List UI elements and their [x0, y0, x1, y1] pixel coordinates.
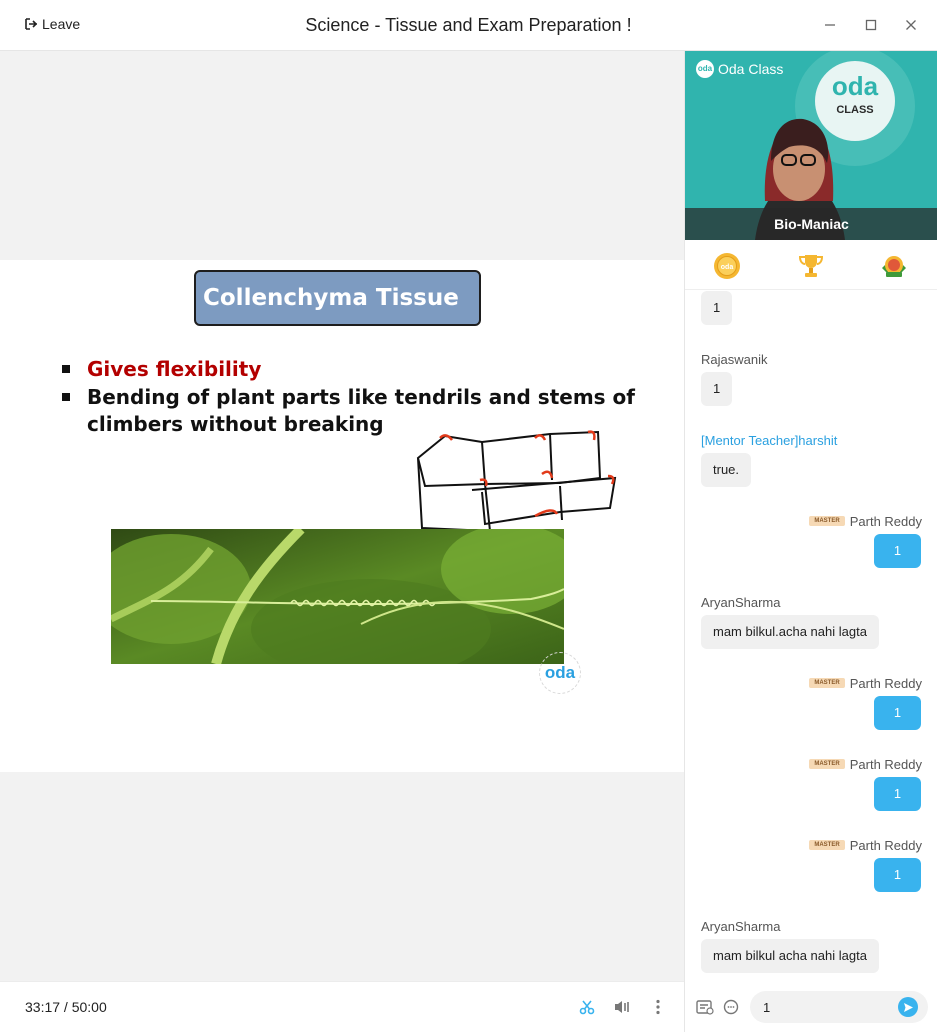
chat-messages: 1 Rajaswanik 1 [Mentor Teacher]harshit t…	[685, 291, 937, 981]
more-vertical-icon	[656, 999, 660, 1015]
bullet-marker	[62, 393, 70, 401]
minimize-button[interactable]	[822, 17, 838, 33]
maximize-button[interactable]	[863, 17, 879, 33]
chat-sender: Parth Reddy	[849, 676, 922, 691]
notes-icon	[696, 1000, 714, 1015]
oda-logo-text: Oda Class	[718, 61, 784, 77]
minimize-icon	[825, 24, 835, 26]
master-badge: MASTER	[809, 678, 845, 688]
chat-bubble-mine: 1	[874, 777, 921, 811]
maximize-icon	[865, 19, 877, 31]
send-button[interactable]	[898, 997, 918, 1017]
more-options-button[interactable]	[649, 998, 667, 1016]
chat-bubble-mine: 1	[874, 696, 921, 730]
chat-sender: Parth Reddy	[849, 514, 922, 529]
teacher-name: Bio-Maniac	[685, 208, 937, 240]
close-icon	[906, 20, 916, 30]
volume-button[interactable]	[613, 998, 631, 1016]
svg-text:oda: oda	[832, 71, 879, 101]
trophy-icon[interactable]	[797, 252, 825, 280]
send-icon	[903, 1002, 913, 1012]
master-badge: MASTER	[809, 759, 845, 769]
slide-title: Collenchyma Tissue	[194, 270, 481, 326]
chat-bubble-mine: 1	[874, 858, 921, 892]
chat-bubble: true.	[701, 453, 752, 487]
coin-icon[interactable]: oda	[713, 252, 741, 280]
emoji-button[interactable]	[722, 998, 740, 1016]
master-badge: MASTER	[809, 840, 845, 850]
presentation-stage: Collenchyma Tissue Gives flexibility Ben…	[0, 51, 684, 981]
chat-bubble: 1	[701, 372, 733, 406]
chat-sender: Parth Reddy	[849, 838, 922, 853]
teacher-annotation-sketch	[416, 430, 617, 533]
svg-text:oda: oda	[721, 264, 734, 271]
slide: Collenchyma Tissue Gives flexibility Ben…	[0, 260, 684, 772]
tendril-photo	[111, 529, 564, 664]
chat-bubble: mam bilkul.acha nahi lagta	[701, 615, 879, 649]
volume-icon	[615, 1001, 629, 1013]
close-button[interactable]	[903, 17, 919, 33]
badge-icon[interactable]	[880, 252, 908, 280]
player-bar: 33:17 / 50:00	[0, 981, 684, 1032]
scissors-icon	[579, 1000, 595, 1015]
bullet-text: Gives flexibility	[87, 357, 262, 381]
title-bar: Leave Science - Tissue and Exam Preparat…	[0, 0, 937, 51]
window-title: Science - Tissue and Exam Preparation !	[305, 15, 632, 35]
cut-button[interactable]	[578, 998, 596, 1016]
chat-sender: AryanSharma	[701, 595, 781, 610]
chat-sender-mentor: [Mentor Teacher]harshit	[701, 433, 838, 448]
notes-button[interactable]	[696, 998, 714, 1016]
chat-sender: Parth Reddy	[849, 757, 922, 772]
bullet-marker	[62, 365, 70, 373]
chat-bubble-icon	[723, 999, 739, 1015]
playback-time: 33:17 / 50:00	[25, 999, 107, 1015]
chat-sender: Rajaswanik	[701, 352, 768, 367]
svg-text:CLASS: CLASS	[836, 104, 873, 116]
chat-input-bar	[685, 981, 937, 1032]
teacher-video: oda CLASS oda Oda Class Bio-Maniac	[685, 51, 937, 240]
oda-watermark: oda	[539, 652, 581, 694]
sidebar: oda CLASS oda Oda Class Bio-Maniac oda 1…	[684, 51, 937, 1032]
chat-bubble: 1	[701, 291, 733, 325]
oda-class-logo: oda Oda Class	[696, 60, 783, 78]
oda-logo-badge: oda	[696, 60, 714, 78]
chat-sender: AryanSharma	[701, 919, 781, 934]
chat-bubble-mine: 1	[874, 534, 921, 568]
bullet-item: Gives flexibility	[62, 356, 262, 383]
rewards-bar: oda	[685, 240, 937, 290]
chat-bubble: mam bilkul acha nahi lagta	[701, 939, 879, 973]
master-badge: MASTER	[809, 516, 845, 526]
